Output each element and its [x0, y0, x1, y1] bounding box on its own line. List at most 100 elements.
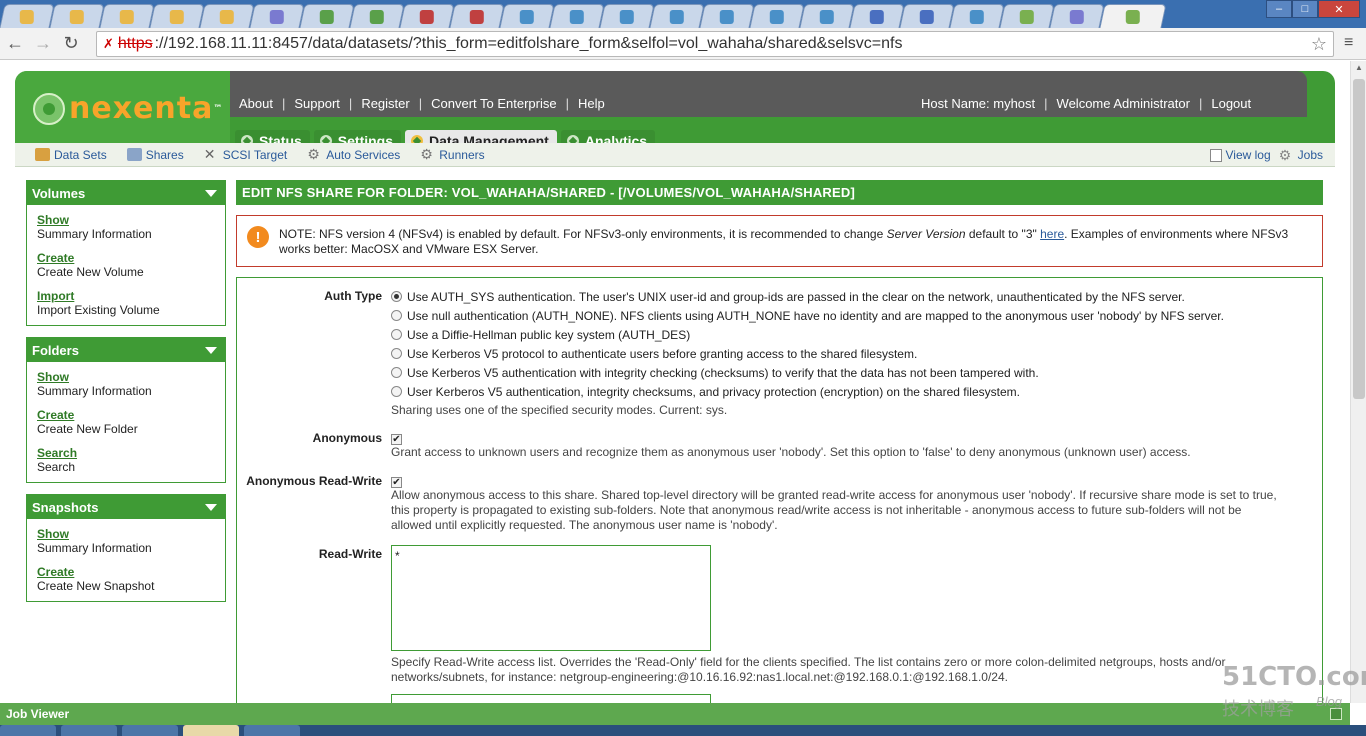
subnav-shares[interactable]: Shares: [126, 148, 184, 162]
page-scrollbar[interactable]: ▲: [1350, 61, 1366, 703]
favicon-icon: [1125, 9, 1140, 24]
top-link-register[interactable]: Register: [361, 96, 409, 111]
browser-tab[interactable]: [799, 4, 855, 28]
top-link-help[interactable]: Help: [578, 96, 605, 111]
browser-tab[interactable]: [99, 4, 155, 28]
subnav-auto-services[interactable]: ⚙ Auto Services: [307, 146, 400, 162]
auth-option[interactable]: Use AUTH_SYS authentication. The user's …: [391, 287, 1311, 306]
browser-tab[interactable]: [899, 4, 955, 28]
favicon-icon: [569, 9, 584, 24]
collapse-triangle-icon[interactable]: [205, 190, 217, 197]
sidebar-link-import[interactable]: Import: [37, 289, 215, 303]
browser-tab[interactable]: [599, 4, 655, 28]
here-link[interactable]: here: [1040, 227, 1064, 241]
main-content: EDIT NFS SHARE FOR FOLDER: VOL_WAHAHA/SH…: [236, 180, 1323, 703]
subnav-scsi-target[interactable]: ✕ SCSI Target: [204, 147, 287, 162]
forward-icon[interactable]: →: [30, 31, 56, 57]
logout-link[interactable]: Logout: [1211, 96, 1251, 111]
sidebar-link-show[interactable]: Show: [37, 213, 215, 227]
sidebar-panel-header[interactable]: Volumes: [27, 181, 225, 205]
sidebar-link-show[interactable]: Show: [37, 527, 215, 541]
auth-radio[interactable]: [391, 386, 402, 397]
sidebar-link-create[interactable]: Create: [37, 251, 215, 265]
gear-icon: ⚙: [307, 146, 320, 162]
nexenta-logo[interactable]: nexenta ™: [33, 91, 223, 126]
taskbar-item[interactable]: [61, 725, 117, 736]
read-only-textarea[interactable]: [391, 694, 711, 703]
favicon-icon: [719, 9, 734, 24]
bookmark-star-icon[interactable]: ☆: [1311, 34, 1327, 55]
browser-tab[interactable]: [499, 4, 555, 28]
browser-tab[interactable]: [749, 4, 805, 28]
sidebar-link-description: Import Existing Volume: [37, 303, 160, 317]
auth-radio[interactable]: [391, 310, 402, 321]
sidebar-link-search[interactable]: Search: [37, 446, 215, 460]
auth-option[interactable]: Use a Diffie-Hellman public key system (…: [391, 325, 1311, 344]
browser-tab[interactable]: [449, 4, 505, 28]
taskbar-item[interactable]: [244, 725, 300, 736]
sidebar-panel-header[interactable]: Folders: [27, 338, 225, 362]
read-write-textarea[interactable]: *: [391, 545, 711, 651]
jobs-link[interactable]: ⚙ Jobs: [1279, 148, 1323, 163]
job-viewer-bar[interactable]: Job Viewer: [0, 703, 1350, 725]
anon-rw-checkbox[interactable]: ✔: [391, 477, 402, 488]
address-bar[interactable]: ✗ https ://192.168.11.11:8457/data/datas…: [96, 31, 1334, 57]
auth-option[interactable]: Use Kerberos V5 authentication with inte…: [391, 363, 1311, 382]
top-link-about[interactable]: About: [239, 96, 273, 111]
close-window-button[interactable]: ✕: [1318, 0, 1360, 18]
collapse-triangle-icon[interactable]: [205, 347, 217, 354]
browser-tab[interactable]: [699, 4, 755, 28]
maximize-button[interactable]: □: [1292, 0, 1318, 18]
browser-tab[interactable]: [199, 4, 255, 28]
browser-tab[interactable]: [299, 4, 355, 28]
subnav-data-sets[interactable]: Data Sets: [35, 148, 107, 162]
scrollbar-thumb[interactable]: [1353, 79, 1365, 399]
taskbar-item[interactable]: [183, 725, 239, 736]
browser-tab[interactable]: [1099, 4, 1167, 28]
collapse-triangle-icon[interactable]: [205, 504, 217, 511]
anon-rw-hint-3: allowed until explicitly requested. The …: [391, 518, 778, 532]
auth-option[interactable]: User Kerberos V5 authentication, integri…: [391, 382, 1311, 401]
browser-tab[interactable]: [849, 4, 905, 28]
log-document-icon: [1209, 148, 1222, 162]
auth-radio[interactable]: [391, 348, 402, 359]
browser-tab[interactable]: [949, 4, 1005, 28]
view-log-link[interactable]: View log: [1209, 148, 1271, 162]
browser-tab[interactable]: [149, 4, 205, 28]
auth-option[interactable]: Use null authentication (AUTH_NONE). NFS…: [391, 306, 1311, 325]
reload-icon[interactable]: ↻: [58, 31, 84, 57]
browser-tab[interactable]: [349, 4, 405, 28]
browser-tab[interactable]: [249, 4, 305, 28]
taskbar-item[interactable]: [122, 725, 178, 736]
auth-radio[interactable]: [391, 329, 402, 340]
taskbar-item[interactable]: [0, 725, 56, 736]
browser-tab[interactable]: [49, 4, 105, 28]
expand-icon[interactable]: [1330, 708, 1342, 720]
runners-gear-icon: ⚙: [420, 146, 433, 162]
browser-tab[interactable]: [1049, 4, 1105, 28]
auth-radio[interactable]: [391, 367, 402, 378]
favicon-icon: [369, 9, 384, 24]
favicon-icon: [1019, 9, 1034, 24]
browser-tab[interactable]: [399, 4, 455, 28]
url-scheme: https: [117, 35, 153, 52]
sidebar-link-create[interactable]: Create: [37, 565, 215, 579]
top-link-support[interactable]: Support: [294, 96, 340, 111]
auth-option[interactable]: Use Kerberos V5 protocol to authenticate…: [391, 344, 1311, 363]
auth-radio[interactable]: [391, 291, 402, 302]
favicon-icon: [119, 9, 134, 24]
scroll-up-icon[interactable]: ▲: [1351, 61, 1366, 75]
browser-menu-icon[interactable]: ≡: [1344, 34, 1358, 52]
sidebar-panel-header[interactable]: Snapshots: [27, 495, 225, 519]
sidebar-link-create[interactable]: Create: [37, 408, 215, 422]
subnav-runners[interactable]: ⚙ Runners: [420, 146, 484, 162]
minimize-button[interactable]: –: [1266, 0, 1292, 18]
browser-tab[interactable]: [549, 4, 605, 28]
back-icon[interactable]: ←: [2, 31, 28, 57]
browser-tab[interactable]: [649, 4, 705, 28]
anonymous-checkbox[interactable]: ✔: [391, 434, 402, 445]
top-link-convert-to-enterprise[interactable]: Convert To Enterprise: [431, 96, 557, 111]
sidebar-link-show[interactable]: Show: [37, 370, 215, 384]
browser-tab[interactable]: [999, 4, 1055, 28]
browser-tab[interactable]: [0, 4, 55, 28]
